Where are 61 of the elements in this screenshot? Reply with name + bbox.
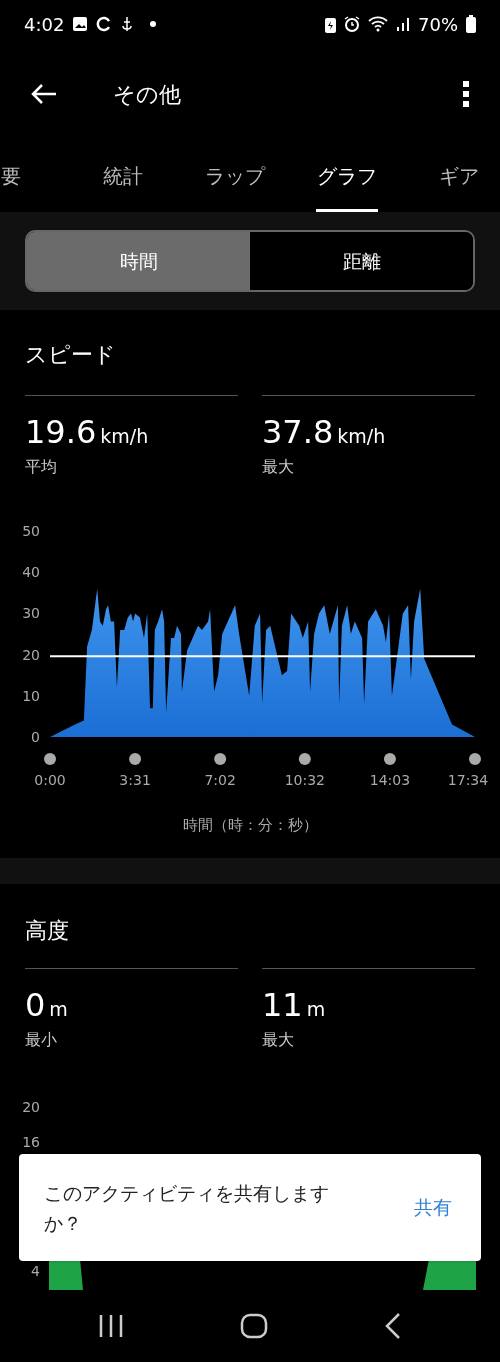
axis-tick-label: 14:03 (369, 772, 411, 788)
share-button[interactable]: 共有 (410, 1193, 456, 1222)
axis-dot (214, 753, 227, 765)
axis-tick-label: 20 (22, 646, 40, 663)
tab[interactable]: ラップ (179, 140, 291, 212)
image-icon (72, 16, 89, 32)
section-title: スピード (25, 342, 116, 367)
stat-value: 19.6 (25, 416, 97, 448)
snackbar-message: このアクティビティを共有しますか？ (44, 1180, 330, 1236)
axis-tick-label: 20 (22, 1098, 40, 1117)
axis-dot (129, 753, 142, 765)
axis-tick-label: 0:00 (34, 772, 66, 788)
sync-icon (96, 16, 113, 32)
stat-value: 37.8 (262, 416, 334, 448)
tab[interactable]: 要 (0, 140, 67, 212)
tab[interactable]: 統計 (67, 140, 179, 212)
axis-tick-label: 4 (31, 1262, 40, 1281)
stat-unit: km/h (100, 424, 149, 449)
stat-label: 最大 (262, 1028, 295, 1051)
axis-dot (44, 753, 56, 765)
back-arrow-icon[interactable] (30, 82, 58, 106)
axis-tick-label: 17:34 (447, 772, 489, 788)
recent-apps-icon[interactable] (98, 1313, 124, 1339)
battery-icon (466, 15, 476, 33)
more-options-icon[interactable] (462, 80, 470, 108)
axis-tick-label: 30 (22, 605, 40, 622)
axis-tick-label: 50 (22, 523, 40, 539)
home-icon[interactable] (240, 1313, 268, 1339)
section-title: 高度 (25, 918, 69, 943)
axis-tick-label: 10 (22, 687, 40, 704)
axis-dot (383, 753, 396, 765)
stat-unit: m (306, 997, 326, 1022)
stat-unit: km/h (337, 424, 386, 449)
axis-tick-label: 16 (22, 1133, 40, 1152)
axis-tick-label: 40 (22, 564, 40, 581)
wifi-icon (368, 16, 388, 32)
stat-value: 11 (262, 989, 303, 1021)
axis-title: 時間（時：分：秒） (182, 815, 318, 836)
signal-icon (396, 16, 410, 32)
axis-dot (469, 753, 481, 765)
stat-unit: m (49, 997, 68, 1022)
back-icon[interactable] (384, 1312, 402, 1340)
axis-tick-label: 7:02 (204, 772, 236, 788)
battery-saver-icon (325, 15, 336, 33)
stat-label: 最小 (25, 1028, 58, 1051)
segment-button[interactable]: 時間 (27, 232, 250, 290)
axis-dot (298, 753, 311, 765)
axis-tick-label: 10:32 (284, 772, 325, 788)
stat-label: 平均 (25, 455, 58, 478)
clock: 4:02 (24, 12, 65, 37)
battery-percent: 70% (418, 12, 458, 37)
tab[interactable]: グラフ (291, 140, 403, 212)
anchor-icon (120, 15, 135, 33)
segment-button[interactable]: 距離 (250, 232, 473, 290)
stat-label: 最大 (262, 455, 295, 478)
stat-value: 0 (25, 989, 46, 1021)
page-title: その他 (113, 80, 181, 109)
axis-tick-label: 3:31 (119, 772, 151, 788)
tab[interactable]: ギア (403, 140, 500, 212)
alarm-icon (344, 16, 360, 32)
axis-tick-label: 0 (31, 729, 40, 745)
